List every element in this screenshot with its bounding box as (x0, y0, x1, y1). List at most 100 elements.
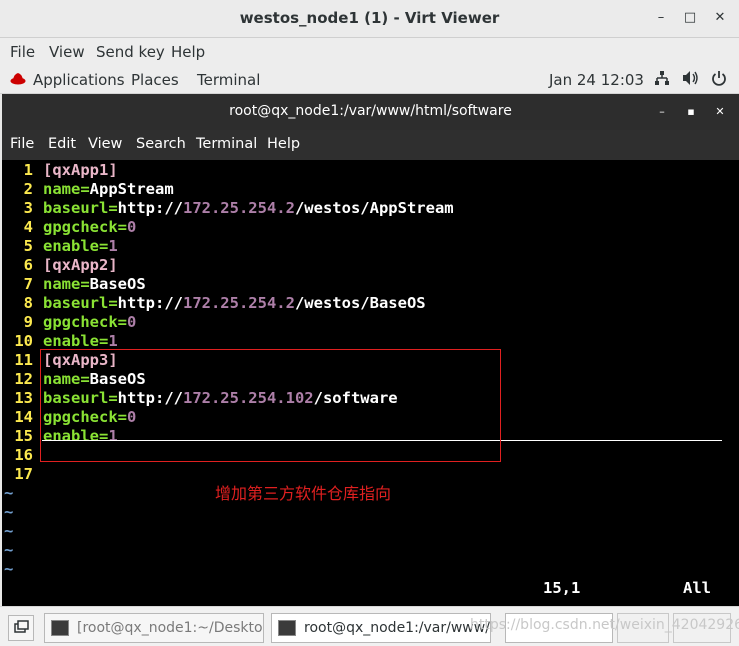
minimize-icon[interactable]: – (651, 8, 671, 28)
clock[interactable]: Jan 24 12:03 (549, 71, 644, 89)
editor-line: 7 name=BaseOS (2, 275, 146, 294)
line-content: name=BaseOS (43, 275, 146, 294)
empty-line-tilde: ~ (4, 503, 14, 521)
line-number: 2 (23, 180, 33, 198)
redhat-logo-icon (10, 72, 26, 86)
terminal-menu-terminal[interactable]: Terminal (196, 136, 257, 152)
line-number: 8 (23, 294, 33, 312)
terminal-menu-file[interactable]: File (10, 136, 34, 152)
terminal-app-menu[interactable]: Terminal (197, 71, 260, 89)
config-path: /westos/AppStream (294, 199, 454, 217)
terminal-menu-view[interactable]: View (88, 136, 122, 152)
line-content: baseurl=http://172.25.254.2/westos/BaseO… (43, 294, 426, 313)
editor-line: 9 gpgcheck=0 (2, 313, 137, 332)
empty-line-tilde: ~ (4, 522, 14, 540)
watermark: https://blog.csdn.net/weixin_42042926 (470, 617, 739, 633)
terminal-close-icon[interactable]: ✕ (711, 103, 729, 121)
line-number: 4 (23, 218, 33, 236)
config-value: AppStream (89, 180, 174, 198)
config-key: enable= (43, 332, 109, 350)
editor-line: 4 gpgcheck=0 (2, 218, 137, 237)
network-icon[interactable] (654, 70, 670, 90)
terminal-title: root@qx_node1:/var/www/html/software (229, 103, 512, 119)
editor-line: 5 enable=1 (2, 237, 118, 256)
config-key: name= (43, 275, 90, 293)
line-number: 6 (23, 256, 33, 274)
line-number: 1 (23, 161, 33, 179)
terminal-menu-edit[interactable]: Edit (48, 136, 76, 152)
config-number: 1 (108, 237, 118, 255)
config-number: 1 (108, 332, 118, 350)
highlight-box (40, 349, 501, 462)
terminal-maximize-icon[interactable]: ▪ (682, 103, 700, 121)
config-key: gpgcheck= (43, 218, 127, 236)
viewer-titlebar: westos_node1 (1) - Virt Viewer – □ ✕ (0, 0, 739, 38)
config-key: enable= (43, 237, 109, 255)
power-icon[interactable] (711, 70, 727, 90)
maximize-icon[interactable]: □ (680, 8, 700, 28)
config-key: baseurl= (43, 294, 118, 312)
config-ip: 172.25.254.2 (182, 199, 295, 217)
editor-line: 6 [qxApp2] (2, 256, 118, 275)
config-key: baseurl= (43, 199, 118, 217)
line-content: [qxApp2] (43, 256, 118, 275)
taskbar-item-label: root@qx_node1:/var/www/h... (304, 620, 490, 636)
section-header: [qxApp2] (43, 256, 118, 274)
config-key: name= (43, 180, 90, 198)
line-content: gpgcheck=0 (43, 313, 136, 332)
line-number: 16 (14, 446, 33, 464)
show-desktop-icon[interactable] (8, 615, 34, 641)
terminal-minimize-icon[interactable]: – (653, 103, 671, 121)
applications-menu[interactable]: Applications (33, 71, 125, 89)
viewer-menu-file[interactable]: File (10, 43, 35, 61)
line-number: 5 (23, 237, 33, 255)
line-content: [qxApp1] (43, 161, 118, 180)
line-content: enable=1 (43, 237, 118, 256)
viewer-menu-help[interactable]: Help (171, 43, 205, 61)
viewer-menu-sendkey[interactable]: Send key (96, 43, 165, 61)
config-path: /westos/BaseOS (294, 294, 426, 312)
editor-line: 16 (2, 446, 43, 465)
line-number: 14 (14, 408, 33, 426)
terminal-menu-search[interactable]: Search (136, 136, 186, 152)
viewer-menu-view[interactable]: View (49, 43, 85, 61)
line-number: 9 (23, 313, 33, 331)
editor-line: 1 [qxApp1] (2, 161, 118, 180)
line-number: 10 (14, 332, 33, 350)
taskbar-item-label: [root@qx_node1:~/Desktop] (77, 620, 264, 636)
config-ip: 172.25.254.2 (182, 294, 295, 312)
annotation-text: 增加第三方软件仓库指向 (215, 484, 392, 503)
config-value: http:// (117, 294, 183, 312)
taskbar-item-desktop-terminal[interactable]: [root@qx_node1:~/Desktop] (44, 613, 264, 643)
terminal-icon (278, 620, 296, 636)
terminal-menu-help[interactable]: Help (267, 136, 300, 152)
config-number: 0 (127, 218, 137, 236)
editor-line: 2 name=AppStream (2, 180, 174, 199)
scroll-indicator: All (683, 579, 711, 597)
places-menu[interactable]: Places (131, 71, 179, 89)
volume-icon[interactable] (682, 70, 700, 90)
config-value: BaseOS (89, 275, 146, 293)
config-key: gpgcheck= (43, 313, 127, 331)
editor-line: 8 baseurl=http://172.25.254.2/westos/Base… (2, 294, 426, 313)
line-content: name=AppStream (43, 180, 174, 199)
config-number: 0 (127, 313, 137, 331)
line-number: 13 (14, 389, 33, 407)
line-content: gpgcheck=0 (43, 218, 136, 237)
empty-line-tilde: ~ (4, 560, 14, 578)
section-header: [qxApp1] (43, 161, 118, 179)
cursor-position: 15,1 (543, 579, 581, 597)
empty-line-tilde: ~ (4, 541, 14, 559)
line-number: 12 (14, 370, 33, 388)
editor-line: 3 baseurl=http://172.25.254.2/westos/AppS… (2, 199, 454, 218)
taskbar-item-software-terminal[interactable]: root@qx_node1:/var/www/h... (271, 613, 491, 643)
line-number: 3 (23, 199, 33, 217)
terminal-menubar: File Edit View Search Terminal Help (2, 130, 739, 160)
terminal-titlebar: root@qx_node1:/var/www/html/software – ▪… (2, 94, 739, 130)
terminal-icon (51, 620, 69, 636)
editor-line: 17 (2, 465, 43, 484)
viewer-menubar: File View Send key Help (0, 38, 739, 66)
line-number: 11 (14, 351, 33, 369)
close-icon[interactable]: ✕ (710, 8, 730, 28)
line-content: baseurl=http://172.25.254.2/westos/AppSt… (43, 199, 454, 218)
